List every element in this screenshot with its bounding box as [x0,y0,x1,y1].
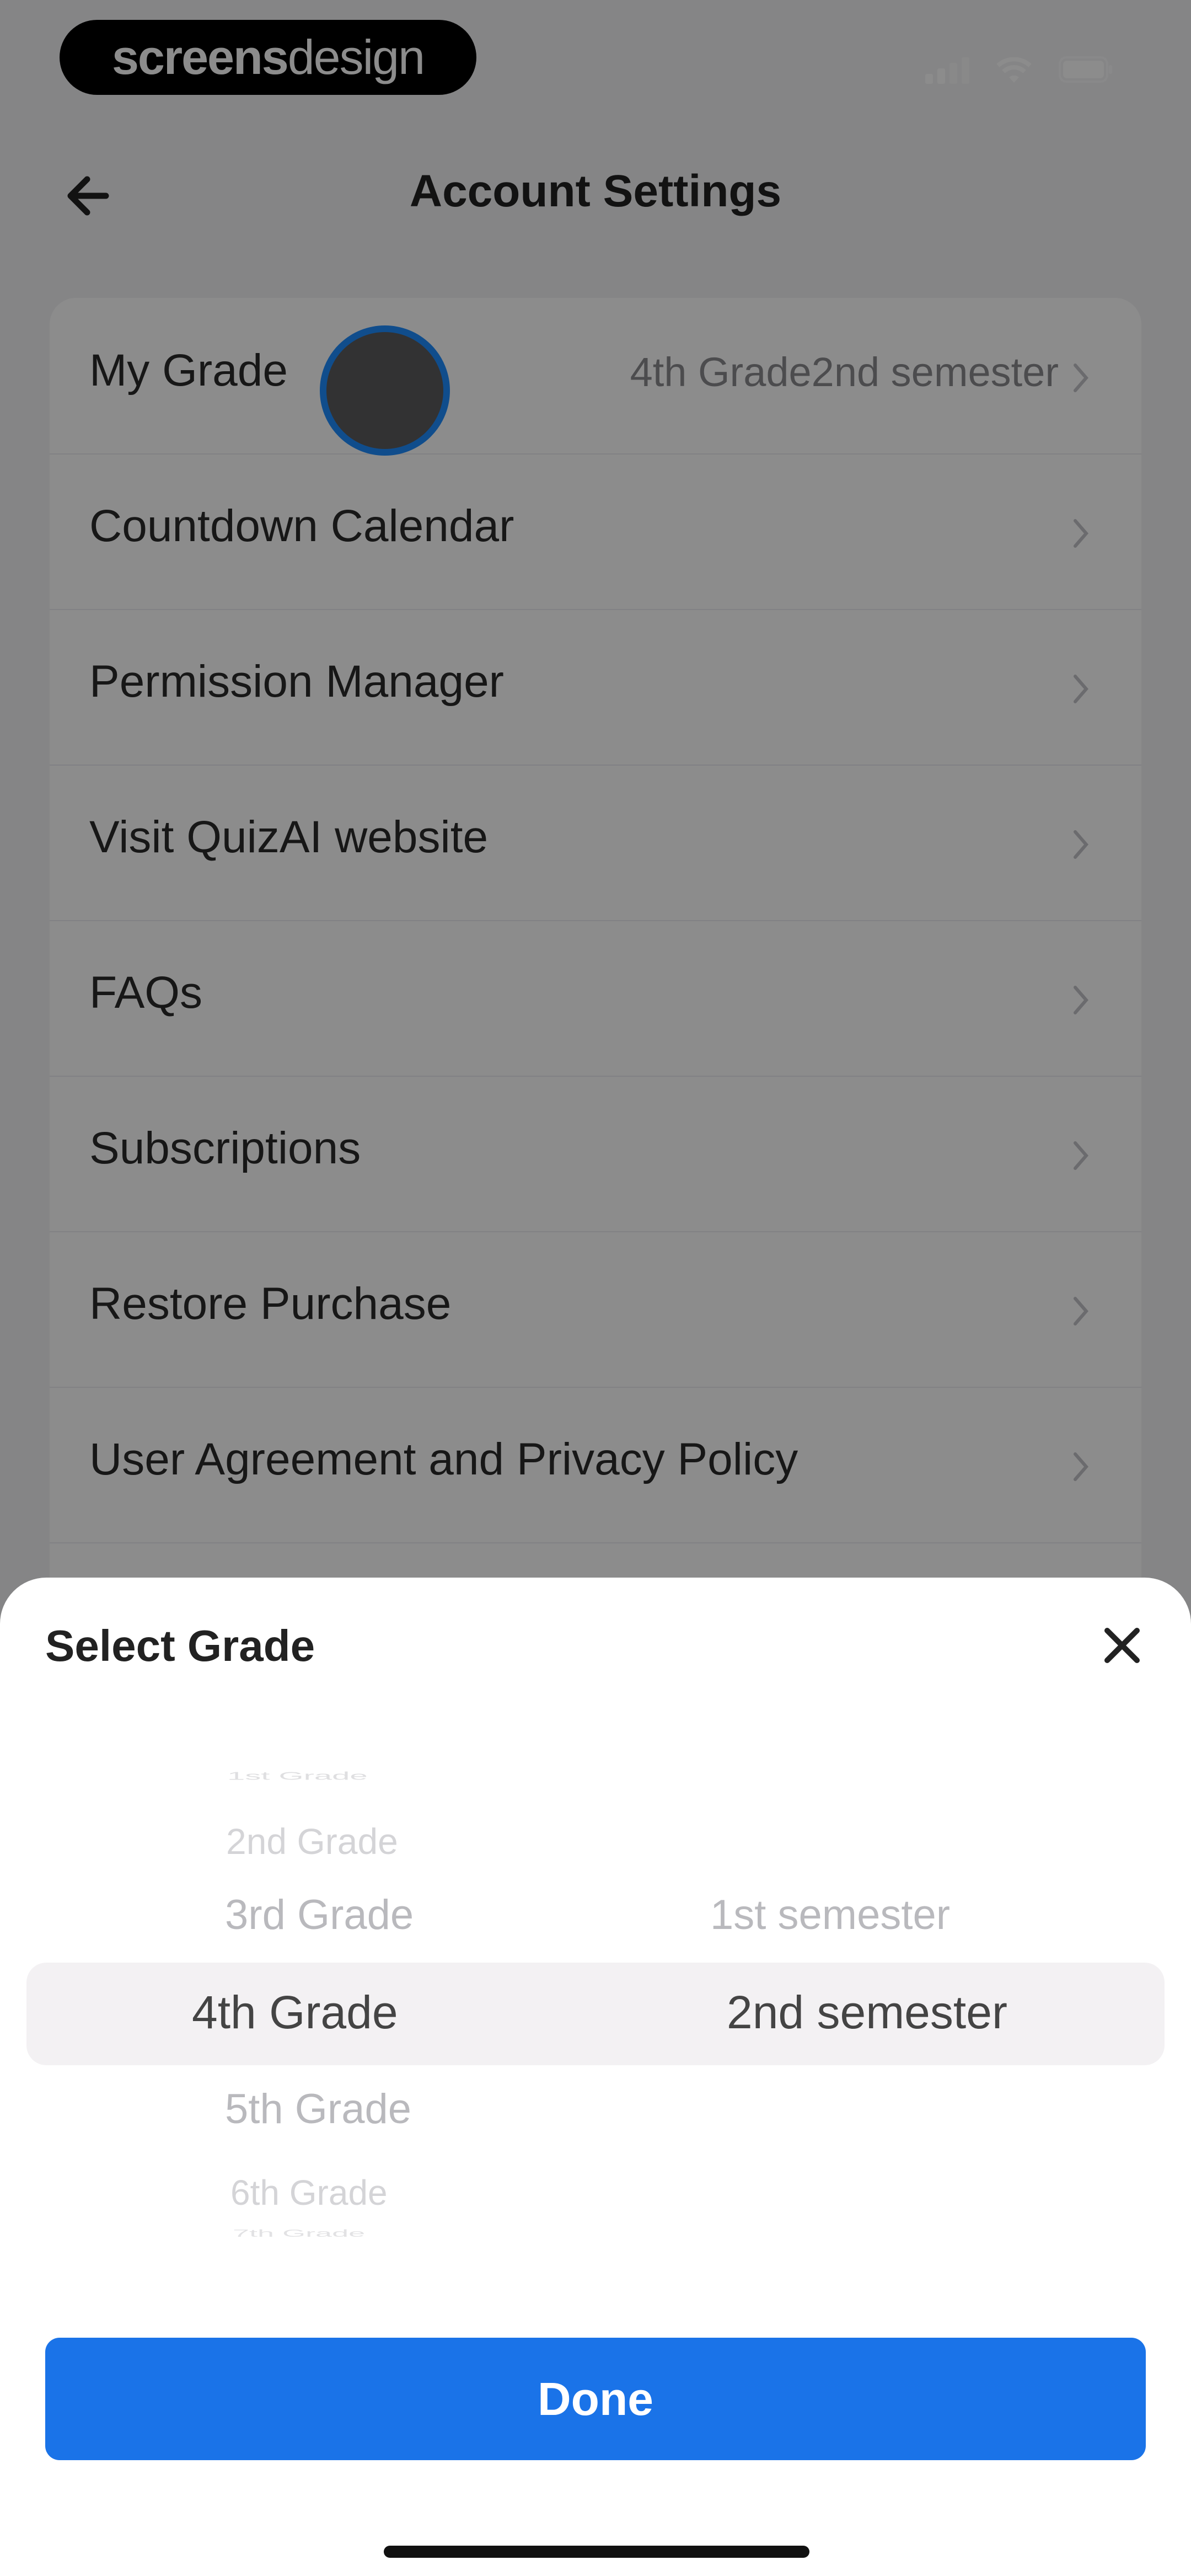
semester-option-selected[interactable]: 2nd semester [727,1986,1007,2039]
grade-option[interactable]: 7th Grade [233,2227,365,2240]
semester-option[interactable]: 1st semester [710,1891,950,1939]
grade-option[interactable]: 1st Grade [227,1770,368,1782]
grade-option[interactable]: 2nd Grade [226,1820,398,1862]
grade-option[interactable]: 6th Grade [230,2172,388,2213]
select-grade-sheet: Select Grade 1st Grade 2nd Grade 3rd Gra… [0,1578,1191,2576]
grade-option[interactable]: 5th Grade [225,2085,411,2133]
grade-option[interactable]: 3rd Grade [225,1891,414,1939]
close-button[interactable] [1097,1621,1147,1670]
home-indicator [384,2546,809,2558]
sheet-title: Select Grade [45,1621,315,1670]
done-button[interactable]: Done [45,2338,1146,2460]
grade-option-selected[interactable]: 4th Grade [192,1986,398,2039]
close-icon [1104,1628,1140,1663]
